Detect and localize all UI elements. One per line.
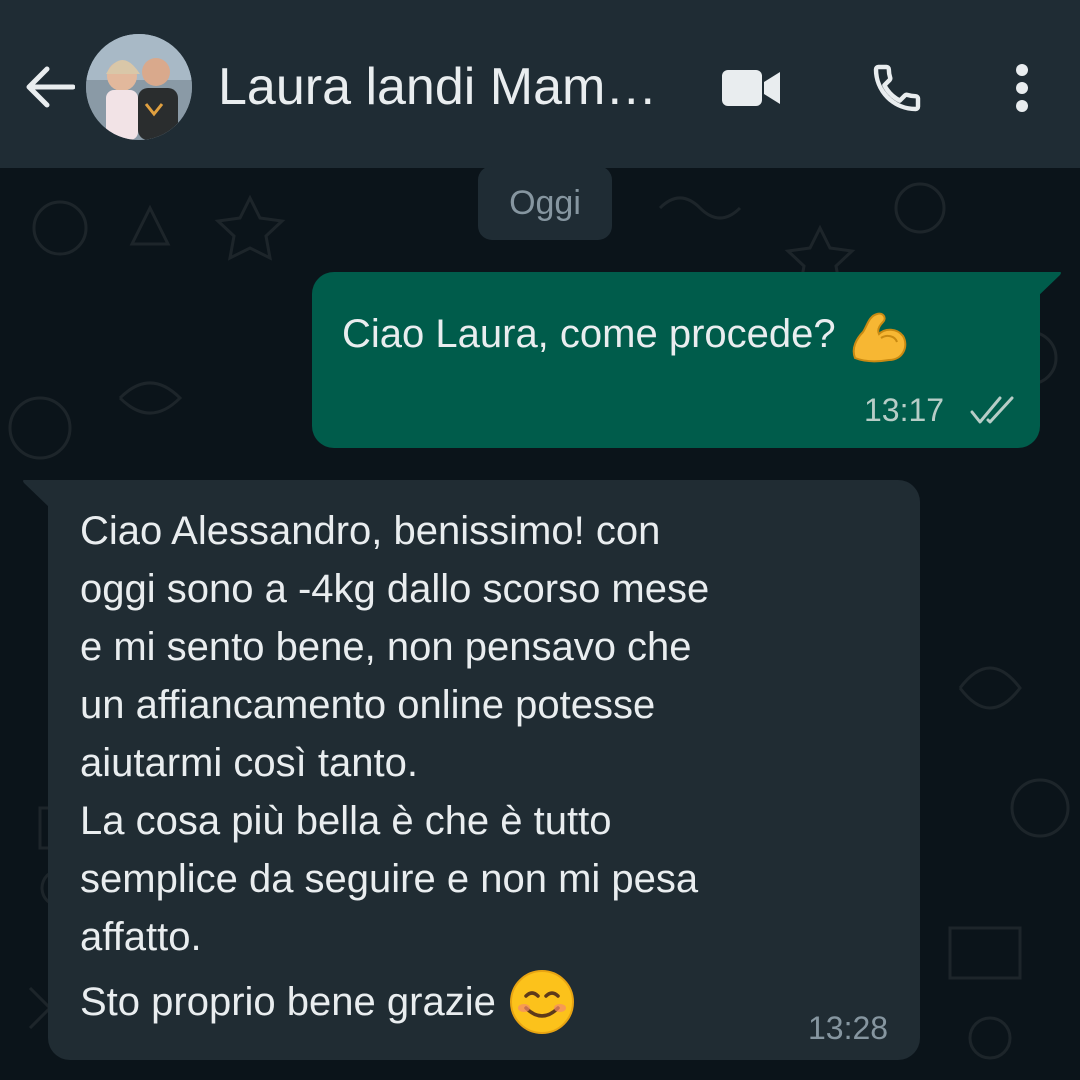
smiling-face-emoji: [509, 970, 574, 1034]
message-line: Ciao Alessandro, benissimo! con: [80, 509, 661, 553]
message-time: 13:28: [808, 1010, 889, 1046]
phone-icon: [873, 64, 921, 112]
more-vert-icon: [1016, 64, 1028, 112]
contact-name[interactable]: Laura landi Mam…: [218, 56, 658, 118]
contact-avatar[interactable]: [86, 34, 192, 140]
arrow-back-icon: [26, 66, 75, 108]
message-text-content: Ciao Laura, come procede?: [342, 312, 836, 356]
message-line: oggi sono a -4kg dallo scorso mese: [80, 567, 710, 611]
avatar-photo: [86, 34, 192, 140]
back-button[interactable]: [18, 56, 80, 118]
more-options-button[interactable]: [1000, 56, 1044, 120]
chat-header: Laura landi Mam…: [0, 0, 1080, 168]
incoming-message[interactable]: Ciao Alessandro, benissimo! con oggi son…: [48, 480, 920, 1060]
message-text: Ciao Laura, come procede?: [342, 308, 909, 364]
date-separator: Oggi: [478, 166, 612, 240]
message-line: Sto proprio bene grazie: [80, 980, 496, 1024]
message-line: un affiancamento online potesse: [80, 683, 656, 727]
message-line: semplice da seguire e non mi pesa: [80, 857, 699, 901]
message-line: aiutarmi così tanto.: [80, 741, 418, 785]
voice-call-button[interactable]: [862, 56, 932, 120]
video-call-button[interactable]: [716, 60, 786, 116]
message-last-line: Sto proprio bene grazie: [80, 968, 576, 1036]
outgoing-message[interactable]: Ciao Laura, come procede? 13:17: [312, 272, 1040, 448]
double-check-icon: [970, 396, 1014, 424]
chat-screen: Laura landi Mam… Oggi Ciao Laura, come p…: [0, 0, 1080, 1080]
message-line: affatto.: [80, 915, 202, 959]
message-line: e mi sento bene, non pensavo che: [80, 625, 692, 669]
message-text: Ciao Alessandro, benissimo! con oggi son…: [80, 502, 880, 966]
message-line: La cosa più bella è che è tutto: [80, 799, 612, 843]
message-time: 13:17: [864, 392, 945, 428]
video-call-icon: [722, 70, 780, 106]
flexed-biceps-emoji: [852, 313, 907, 363]
